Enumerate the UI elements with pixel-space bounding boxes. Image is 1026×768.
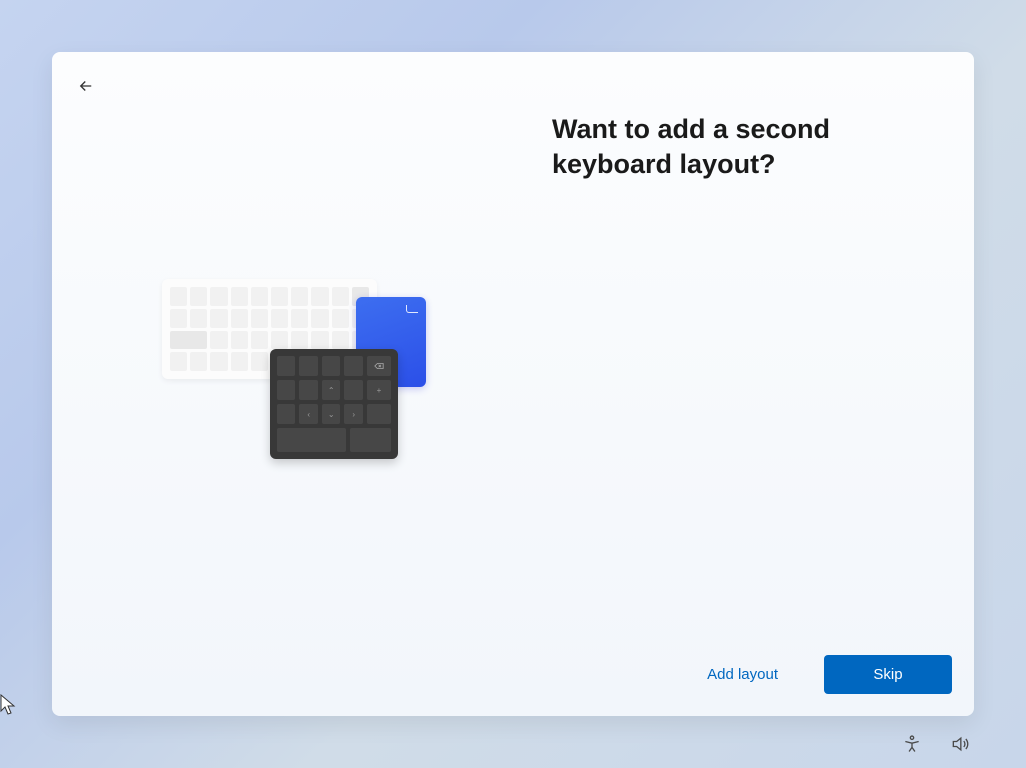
accessibility-icon (902, 734, 922, 754)
volume-button[interactable] (950, 734, 970, 754)
text-pane: Want to add a second keyboard layout? (552, 102, 974, 716)
back-arrow-icon (77, 77, 95, 95)
content-area: ⌃+ ‹⌄› Want to add a second keyboard lay… (52, 52, 974, 716)
back-button[interactable] (70, 70, 102, 102)
taskbar-utility-icons (902, 734, 970, 754)
illustration-pane: ⌃+ ‹⌄› (52, 102, 552, 716)
keyboard-illustration: ⌃+ ‹⌄› (162, 269, 442, 469)
oobe-card: ⌃+ ‹⌄› Want to add a second keyboard lay… (52, 52, 974, 716)
volume-icon (950, 734, 970, 754)
add-layout-button[interactable]: Add layout (701, 656, 784, 693)
skip-button[interactable]: Skip (824, 655, 952, 694)
mouse-cursor-icon (0, 694, 16, 716)
accessibility-button[interactable] (902, 734, 922, 754)
footer-actions: Add layout Skip (701, 655, 952, 694)
numpad-dark-icon: ⌃+ ‹⌄› (270, 349, 398, 459)
page-heading: Want to add a second keyboard layout? (552, 112, 934, 182)
